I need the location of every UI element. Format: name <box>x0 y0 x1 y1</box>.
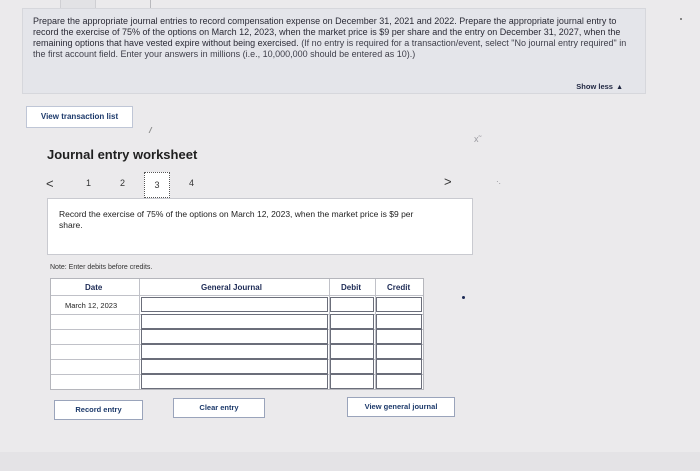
page-3-tab-active[interactable]: 3 <box>144 172 170 198</box>
account-input-row-5[interactable] <box>141 359 328 374</box>
record-entry-button[interactable]: Record entry <box>54 400 143 420</box>
cursor-mark <box>145 127 153 133</box>
header-divider <box>51 295 423 296</box>
next-page-icon[interactable]: > <box>444 174 452 189</box>
debit-input-row-4[interactable] <box>330 344 374 359</box>
general-journal-column-header: General Journal <box>201 283 262 292</box>
journal-entry-table: Date General Journal Debit Credit March … <box>50 278 424 390</box>
show-less-label: Show less <box>576 82 613 91</box>
instructions-text: Prepare the appropriate journal entries … <box>33 16 638 60</box>
debit-input-row-1[interactable] <box>330 297 374 312</box>
pen-mark-icon: x˜ <box>474 134 482 144</box>
account-input-row-2[interactable] <box>141 314 328 329</box>
bottom-edge <box>0 452 700 471</box>
debit-input-row-5[interactable] <box>330 359 374 374</box>
account-input-row-4[interactable] <box>141 344 328 359</box>
credit-input-row-6[interactable] <box>376 374 422 389</box>
page-1-tab[interactable]: 1 <box>86 178 91 188</box>
page-2-tab[interactable]: 2 <box>120 178 125 188</box>
credit-column-header: Credit <box>387 283 411 292</box>
decorative-dot <box>462 296 465 299</box>
caret-up-icon: ▲ <box>616 84 623 91</box>
entry-date: March 12, 2023 <box>65 301 118 310</box>
credit-input-row-2[interactable] <box>376 314 422 329</box>
credit-input-row-4[interactable] <box>376 344 422 359</box>
account-input-row-1[interactable] <box>141 297 328 312</box>
view-transaction-list-button[interactable]: View transaction list <box>26 106 133 128</box>
show-less-toggle[interactable]: Show less ▲ <box>576 82 623 91</box>
credit-input-row-1[interactable] <box>376 297 422 312</box>
view-general-journal-button[interactable]: View general journal <box>347 397 455 417</box>
debit-credit-note: Note: Enter debits before credits. <box>50 264 153 271</box>
clear-entry-button[interactable]: Clear entry <box>173 398 265 418</box>
account-input-row-3[interactable] <box>141 329 328 344</box>
debit-input-row-2[interactable] <box>330 314 374 329</box>
debit-input-row-6[interactable] <box>330 374 374 389</box>
record-description-box: Record the exercise of 75% of the option… <box>47 198 473 255</box>
worksheet-title: Journal entry worksheet <box>47 147 198 162</box>
debit-input-row-3[interactable] <box>330 329 374 344</box>
previous-page-icon[interactable]: < <box>46 176 54 191</box>
dots-mark: ·. <box>496 177 501 186</box>
page-4-tab[interactable]: 4 <box>189 178 194 188</box>
instructions-panel: Prepare the appropriate journal entries … <box>22 8 646 94</box>
record-description-text: Record the exercise of 75% of the option… <box>59 209 414 230</box>
date-column-header: Date <box>85 283 103 292</box>
decorative-dot <box>680 18 682 20</box>
worksheet-pager: < 1 2 3 4 > <box>46 172 466 198</box>
debit-column-header: Debit <box>341 283 361 292</box>
credit-input-row-5[interactable] <box>376 359 422 374</box>
account-input-row-6[interactable] <box>141 374 328 389</box>
credit-input-row-3[interactable] <box>376 329 422 344</box>
